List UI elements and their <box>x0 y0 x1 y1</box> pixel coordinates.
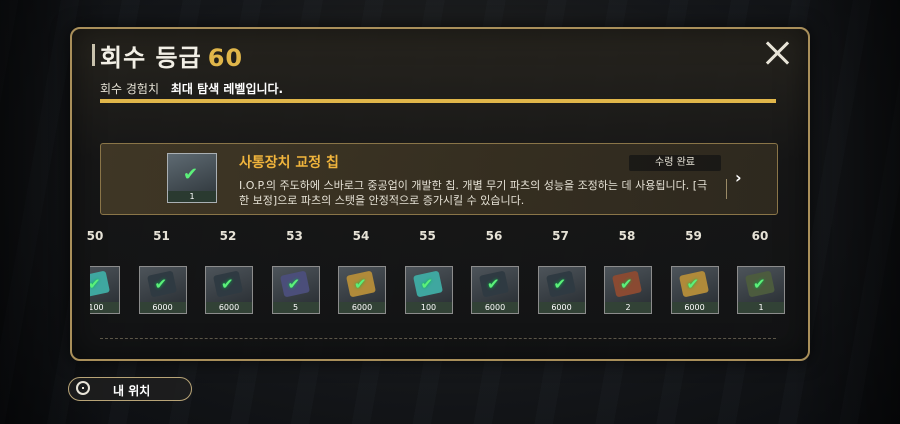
title-bracket <box>92 44 95 66</box>
chip-icon: ✔ 1 <box>167 153 217 203</box>
item-quantity: 100 <box>405 302 452 313</box>
check-icon: ✔ <box>287 275 301 293</box>
my-location-button[interactable]: 내 위치 <box>68 377 192 401</box>
claim-status-badge: 수령 완료 <box>629 155 721 171</box>
level-label: 51 <box>153 229 170 243</box>
exp-label: 회수 경험치 <box>100 82 160 96</box>
reward-description: I.O.P.의 주도하에 스바로그 중공업이 개발한 칩. 개별 무기 파츠의 … <box>239 179 708 207</box>
check-icon: ✔ <box>221 275 234 293</box>
reward-item[interactable]: ✔ 6000 <box>338 266 386 314</box>
exp-progress-bar <box>100 99 776 103</box>
reward-card[interactable]: ✔ 1 사통장치 교정 칩 I.O.P.의 주도하에 스바로그 중공업이 개발한… <box>100 143 778 215</box>
level-label: 53 <box>286 229 303 243</box>
reward-item[interactable]: ✔ 5 <box>271 266 320 314</box>
exp-row: 회수 경험치 최대 탐색 레벨입니다. <box>100 80 283 97</box>
reward-item[interactable]: ✔ 6000 <box>471 266 519 314</box>
level-label: 54 <box>352 229 370 243</box>
level-value: 60 <box>207 44 244 72</box>
item-quantity: 6000 <box>206 302 252 313</box>
reward-item[interactable]: ✔ 6000 <box>537 266 586 314</box>
check-icon: ✔ <box>90 275 101 293</box>
reward-item[interactable]: ✔ 2 <box>604 266 652 314</box>
item-quantity: 2 <box>605 302 651 313</box>
check-icon: ✔ <box>487 275 500 293</box>
divider <box>726 179 727 199</box>
check-icon: ✔ <box>686 275 700 293</box>
level-label: 59 <box>685 229 702 243</box>
item-quantity: 100 <box>90 302 119 313</box>
reward-item[interactable]: ✔ 1 <box>737 266 785 314</box>
reward-item[interactable]: ✔ 100 <box>404 266 453 314</box>
level-labels: 50 51 52 53 54 55 56 57 58 59 60 <box>86 229 790 249</box>
reward-item[interactable]: ✔ 6000 <box>670 266 719 314</box>
check-icon: ✔ <box>354 275 367 293</box>
level-label: 56 <box>485 229 503 243</box>
check-icon: ✔ <box>553 275 567 293</box>
item-quantity: 6000 <box>339 302 385 313</box>
exp-status-text: 최대 탐색 레벨입니다. <box>170 82 284 96</box>
level-label: 57 <box>552 229 569 243</box>
check-icon: ✔ <box>183 164 199 185</box>
check-icon: ✔ <box>420 275 434 293</box>
target-icon <box>76 381 90 395</box>
reward-quantity: 1 <box>168 191 216 202</box>
item-quantity: 6000 <box>139 302 186 313</box>
check-icon: ✔ <box>154 275 168 293</box>
reward-item[interactable]: ✔ 6000 <box>205 266 253 314</box>
check-icon: ✔ <box>753 275 766 293</box>
reward-item[interactable]: ✔ 6000 <box>138 266 187 314</box>
item-quantity: 6000 <box>472 302 518 313</box>
level-label: 52 <box>219 229 237 243</box>
check-icon: ✔ <box>620 275 633 293</box>
level-label: 58 <box>618 229 636 243</box>
page-title: 회수 등급 60 <box>100 38 243 73</box>
title-text: 회수 등급 <box>100 44 202 72</box>
level-label: 55 <box>419 229 436 243</box>
my-location-label: 내 위치 <box>113 384 151 398</box>
chevron-right-icon[interactable]: › <box>735 168 742 187</box>
reward-track[interactable]: ✔ 100 ✔ 6000 ✔ 6000 ✔ 5 ✔ 6000 ✔ 100 ✔ 6000 ✔ 6000 ✔ 2 ✔ 60… <box>90 264 786 318</box>
item-quantity: 6000 <box>538 302 585 313</box>
reward-name: 사통장치 교정 칩 <box>239 155 339 171</box>
level-label: 60 <box>751 229 769 243</box>
track-divider <box>100 338 776 339</box>
item-quantity: 1 <box>738 302 784 313</box>
close-button[interactable] <box>764 40 790 66</box>
item-quantity: 5 <box>272 302 319 313</box>
exp-progress-fill <box>100 99 776 103</box>
reward-item[interactable]: ✔ 100 <box>90 266 120 314</box>
level-label: 50 <box>86 229 104 243</box>
item-quantity: 6000 <box>671 302 718 313</box>
